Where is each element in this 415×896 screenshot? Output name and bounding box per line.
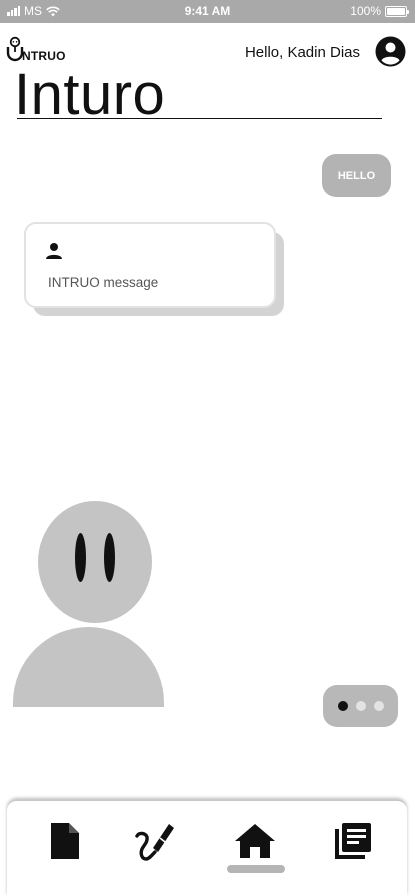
profile-icon[interactable] <box>375 36 406 67</box>
nav-library[interactable] <box>331 819 375 863</box>
document-icon <box>51 823 79 859</box>
assistant-avatar-head <box>38 501 152 623</box>
user-message-text: HELLO <box>337 169 376 182</box>
typing-indicator <box>323 685 398 727</box>
battery-percent: 100% <box>350 4 381 18</box>
home-icon <box>235 824 275 858</box>
battery-fill <box>387 7 405 15</box>
typing-dot <box>355 701 366 711</box>
person-icon <box>46 243 62 259</box>
nav-documents[interactable] <box>43 819 87 863</box>
status-bar: MS 9:41 AM 100% <box>0 0 415 23</box>
avatar-left-eye <box>75 533 86 582</box>
nav-draw[interactable] <box>134 819 178 863</box>
library-icon <box>335 823 371 859</box>
app-logo[interactable]: NTRUO <box>6 36 66 62</box>
battery-icon <box>385 5 409 17</box>
avatar-right-eye <box>104 533 115 582</box>
greeting-text: Hello, Kadin Dias <box>244 44 360 61</box>
nav-home[interactable] <box>233 819 277 863</box>
user-message-bubble[interactable]: HELLO <box>322 154 391 197</box>
bot-message-text: INTRUO message <box>48 275 159 290</box>
page-title: Inturo <box>14 62 166 127</box>
assistant-avatar-body <box>13 627 164 707</box>
status-right: 100% <box>350 4 409 18</box>
active-tab-indicator <box>227 865 285 873</box>
brush-icon <box>135 824 174 861</box>
bot-message-card[interactable]: INTRUO message <box>24 222 276 308</box>
typing-dot <box>337 701 348 711</box>
bottom-nav <box>7 800 407 896</box>
title-divider <box>17 118 382 119</box>
typing-dot <box>373 701 384 711</box>
